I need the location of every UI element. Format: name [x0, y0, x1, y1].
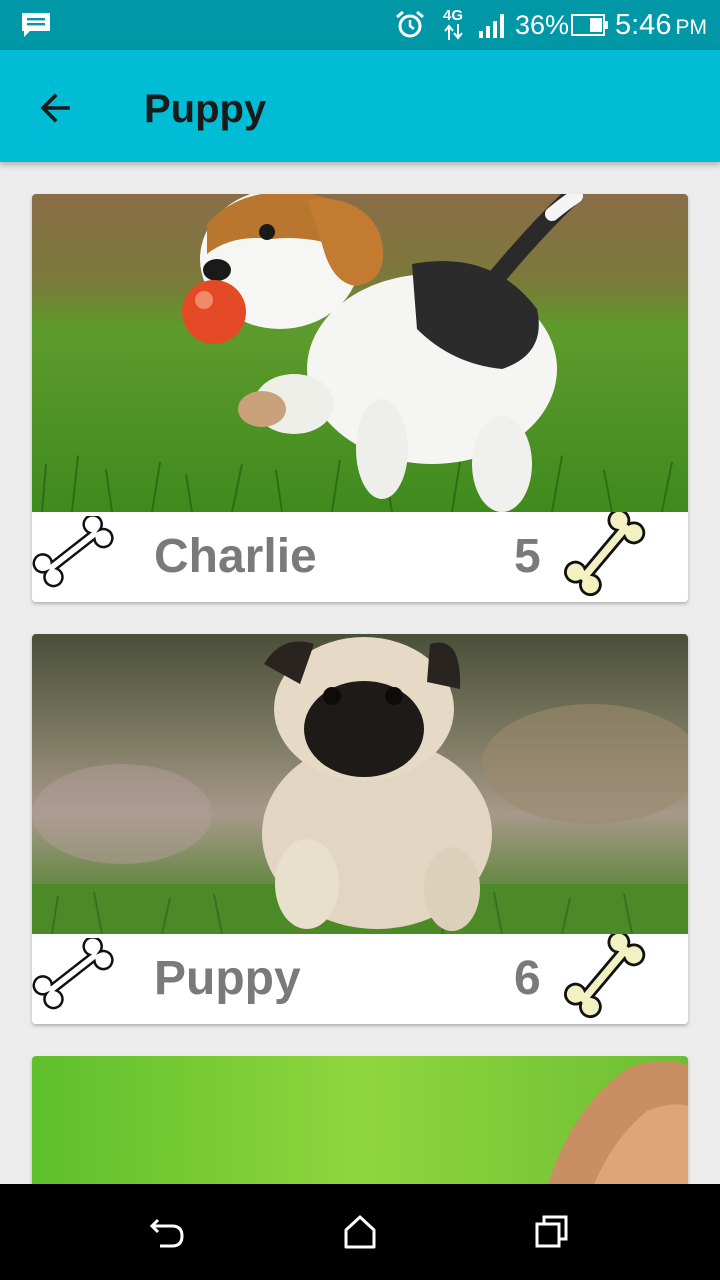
puppy-photo	[32, 1056, 688, 1184]
network-type: 4G	[443, 7, 464, 24]
home-nav-icon	[344, 1215, 376, 1249]
puppy-card[interactable]: Charlie 5	[32, 194, 688, 602]
clock-ampm: PM	[675, 16, 707, 39]
alarm-icon	[396, 10, 424, 38]
status-bar: 4G 36% 5:46 PM	[0, 0, 720, 50]
message-icon	[22, 13, 50, 37]
clock: 5:46 PM	[615, 8, 707, 45]
app-bar: Puppy	[0, 50, 720, 162]
battery-icon	[571, 14, 608, 36]
clock-time: 5:46	[615, 9, 672, 41]
nav-recents-button[interactable]	[522, 1202, 582, 1262]
bone-count: 5	[514, 530, 541, 583]
back-nav-icon	[149, 1218, 184, 1248]
puppy-photo	[32, 634, 688, 934]
puppy-card[interactable]	[32, 1056, 688, 1184]
network-arrows-icon	[444, 24, 463, 40]
card-footer: Charlie 5	[32, 512, 688, 602]
signal-icon	[479, 14, 504, 38]
nav-home-button[interactable]	[330, 1202, 390, 1262]
puppy-list[interactable]: Charlie 5 Puppy 6	[0, 162, 720, 1184]
battery-percent: 36%	[515, 10, 570, 40]
recents-nav-icon	[535, 1215, 568, 1248]
bone-outline-icon[interactable]	[32, 938, 124, 1020]
page-title: Puppy	[144, 87, 267, 131]
arrow-left-icon	[40, 93, 70, 123]
puppy-name: Puppy	[154, 952, 301, 1005]
bone-count: 6	[514, 952, 541, 1005]
puppy-name: Charlie	[154, 530, 317, 583]
puppy-card[interactable]: Puppy 6	[32, 634, 688, 1024]
bone-filled-icon[interactable]	[564, 512, 656, 602]
navigation-bar	[0, 1184, 720, 1280]
bone-filled-icon[interactable]	[564, 934, 656, 1024]
nav-back-button[interactable]	[138, 1202, 198, 1262]
back-button[interactable]	[28, 80, 84, 136]
puppy-photo	[32, 194, 688, 512]
bone-outline-icon[interactable]	[32, 516, 124, 598]
card-footer: Puppy 6	[32, 934, 688, 1024]
